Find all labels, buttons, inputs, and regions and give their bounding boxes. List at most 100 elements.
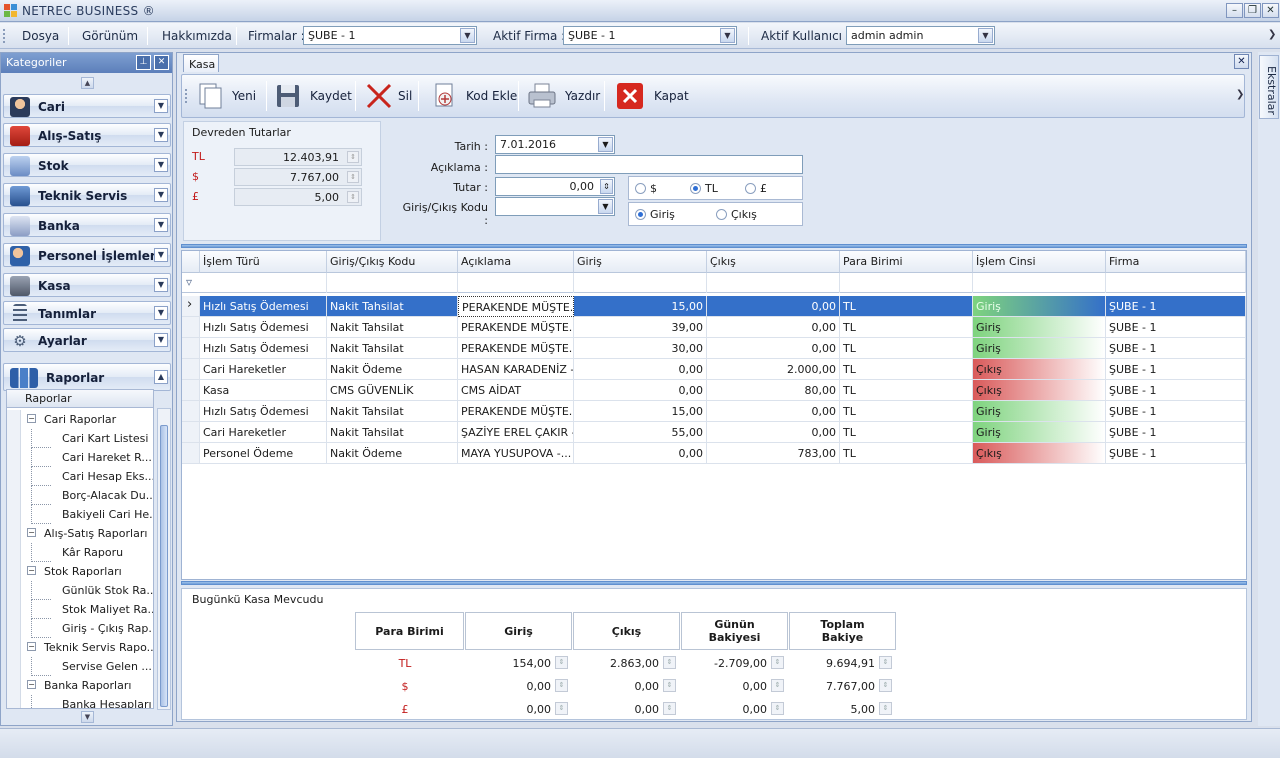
pin-icon[interactable]: ⊥ — [136, 55, 151, 70]
grid-filter-cell[interactable] — [200, 273, 327, 293]
tree-item[interactable]: Kâr Raporu — [7, 543, 153, 562]
table-cell-cins[interactable]: Çıkış — [973, 380, 1106, 401]
grid-filter-cell[interactable] — [327, 273, 458, 293]
table-cell-aciklama[interactable]: MAYA YUSUPOVA -... — [458, 443, 574, 464]
table-cell-cins[interactable]: Giriş — [973, 338, 1106, 359]
table-cell-firma[interactable]: ŞUBE - 1 — [1106, 317, 1246, 338]
table-cell-aciklama[interactable]: PERAKENDE MÜŞTE... — [458, 338, 574, 359]
table-cell-cins[interactable]: Çıkış — [973, 443, 1106, 464]
chevron-down-icon[interactable]: ▼ — [154, 188, 168, 202]
grid-column-header[interactable]: İşlem Cinsi — [973, 251, 1106, 273]
table-cell-firma[interactable]: ŞUBE - 1 — [1106, 443, 1246, 464]
chevron-down-icon[interactable]: ▼ — [154, 218, 168, 232]
table-cell-cikis[interactable]: 0,00 — [707, 401, 840, 422]
table-cell-giris[interactable]: 0,00 — [574, 359, 707, 380]
grid-column-header[interactable]: Para Birimi — [840, 251, 973, 273]
table-cell-para[interactable]: TL — [840, 443, 973, 464]
table-cell-cins[interactable]: Çıkış — [973, 359, 1106, 380]
table-cell-aciklama[interactable]: PERAKENDE MÜŞTE... — [458, 296, 574, 317]
table-cell-giris[interactable]: 0,00 — [574, 380, 707, 401]
table-cell-tur[interactable]: Hızlı Satış Ödemesi — [200, 317, 327, 338]
tutar-input[interactable]: 0,00 ⇕ — [495, 177, 615, 196]
grid-filter-cell[interactable] — [840, 273, 973, 293]
row-indicator[interactable] — [182, 443, 200, 464]
grid-filter-cell[interactable] — [707, 273, 840, 293]
spin-icon[interactable]: ⇕ — [600, 179, 613, 194]
table-row[interactable]: Hızlı Satış Ödemesi Nakit Tahsilat PERAKEN… — [182, 338, 1246, 359]
row-indicator[interactable] — [182, 359, 200, 380]
table-cell-kod[interactable]: Nakit Tahsilat — [327, 422, 458, 443]
tree-item[interactable]: − Stok Raporları — [7, 562, 153, 581]
tree-item[interactable]: Giriş - Çıkış Rap... — [7, 619, 153, 638]
table-cell-tur[interactable]: Hızlı Satış Ödemesi — [200, 338, 327, 359]
radio-usd[interactable] — [635, 183, 646, 194]
tree-item[interactable]: Borç-Alacak Du... — [7, 486, 153, 505]
table-cell-aciklama[interactable]: PERAKENDE MÜŞTE... — [458, 317, 574, 338]
yazdir-button[interactable]: Yazdır — [527, 80, 600, 112]
tree-item[interactable]: − Cari Raporlar — [7, 410, 153, 429]
radio-gbp[interactable] — [745, 183, 756, 194]
kapat-button[interactable]: Kapat — [615, 80, 689, 112]
window-close-button[interactable]: ✕ — [1262, 3, 1279, 18]
tree-item[interactable]: Günlük Stok Ra... — [7, 581, 153, 600]
chevron-down-icon[interactable]: ▼ — [154, 278, 168, 292]
grid-column-header[interactable]: Giriş — [574, 251, 707, 273]
chevron-down-icon[interactable]: ▼ — [598, 199, 613, 214]
table-cell-firma[interactable]: ŞUBE - 1 — [1106, 338, 1246, 359]
minimize-button[interactable]: – — [1226, 3, 1243, 18]
category-personel[interactable]: Personel İşlemleri ▼ — [3, 243, 171, 267]
chevron-down-icon[interactable]: ▼ — [154, 99, 168, 113]
category-ayarlar[interactable]: ⚙ Ayarlar ▼ — [3, 328, 171, 352]
row-indicator[interactable] — [182, 401, 200, 422]
splitter-bottom[interactable] — [181, 581, 1247, 585]
kaydet-button[interactable]: Kaydet — [274, 80, 352, 112]
tree-item[interactable]: − Teknik Servis Rapo... — [7, 638, 153, 657]
grid-column-header[interactable]: Giriş/Çıkış Kodu — [327, 251, 458, 273]
table-row[interactable]: Hızlı Satış Ödemesi Nakit Tahsilat PERAKEN… — [182, 401, 1246, 422]
category-tanimlar[interactable]: Tanımlar ▼ — [3, 301, 171, 325]
table-cell-tur[interactable]: Kasa — [200, 380, 327, 401]
chevron-down-icon[interactable]: ▼ — [154, 158, 168, 172]
table-row[interactable]: Personel Ödeme Nakit Ödeme MAYA YUSUPOVA -… — [182, 443, 1246, 464]
table-cell-aciklama[interactable]: PERAKENDE MÜŞTE... — [458, 401, 574, 422]
table-cell-giris[interactable]: 15,00 — [574, 401, 707, 422]
grid-filter-row[interactable]: ▿ — [182, 273, 1246, 293]
table-cell-firma[interactable]: ŞUBE - 1 — [1106, 422, 1246, 443]
row-indicator[interactable] — [182, 338, 200, 359]
menu-overflow-icon[interactable]: ❯ — [1268, 29, 1276, 40]
tree-item[interactable]: Banka Hesapları — [7, 695, 153, 708]
radio-tl[interactable] — [690, 183, 701, 194]
chevron-down-icon[interactable]: ▼ — [978, 28, 993, 43]
sidebar-scroll-down[interactable]: ▼ — [81, 711, 94, 723]
chevron-down-icon[interactable]: ▼ — [154, 248, 168, 262]
table-row[interactable]: › Hızlı Satış Ödemesi Nakit Tahsilat PERAKE… — [182, 296, 1246, 317]
table-cell-cikis[interactable]: 0,00 — [707, 296, 840, 317]
table-cell-aciklama[interactable]: ŞAZİYE EREL ÇAKIR - — [458, 422, 574, 443]
radio-cikis[interactable] — [716, 209, 727, 220]
table-cell-tur[interactable]: Hızlı Satış Ödemesi — [200, 401, 327, 422]
table-cell-tur[interactable]: Cari Hareketler — [200, 422, 327, 443]
table-cell-cikis[interactable]: 80,00 — [707, 380, 840, 401]
table-cell-tur[interactable]: Hızlı Satış Ödemesi — [200, 296, 327, 317]
kod-ekle-button[interactable]: Kod Ekle — [430, 80, 517, 112]
table-cell-para[interactable]: TL — [840, 422, 973, 443]
tab-kasa[interactable]: Kasa — [183, 54, 219, 72]
category-cari[interactable]: Cari ▼ — [3, 94, 171, 118]
tree-item[interactable]: Servise Gelen ... — [7, 657, 153, 676]
ekstralar-tab[interactable]: Ekstralar — [1259, 55, 1279, 119]
table-cell-cins[interactable]: Giriş — [973, 422, 1106, 443]
chevron-down-icon[interactable]: ▼ — [460, 28, 475, 43]
tree-item[interactable]: Cari Hareket R... — [7, 448, 153, 467]
grid-filter-cell[interactable] — [458, 273, 574, 293]
table-cell-cikis[interactable]: 0,00 — [707, 338, 840, 359]
table-cell-kod[interactable]: Nakit Ödeme — [327, 443, 458, 464]
collapse-icon[interactable]: − — [27, 414, 36, 423]
table-cell-cikis[interactable]: 0,00 — [707, 422, 840, 443]
table-cell-cins[interactable]: Giriş — [973, 317, 1106, 338]
row-indicator[interactable] — [182, 422, 200, 443]
table-row[interactable]: Hızlı Satış Ödemesi Nakit Tahsilat PERAKEN… — [182, 317, 1246, 338]
table-cell-kod[interactable]: Nakit Ödeme — [327, 359, 458, 380]
menu-hakkimizda[interactable]: Hakkımızda — [162, 29, 232, 43]
sil-button[interactable]: Sil — [364, 80, 414, 112]
aktif-kullanici-combo[interactable]: admin admin ▼ — [846, 26, 995, 45]
